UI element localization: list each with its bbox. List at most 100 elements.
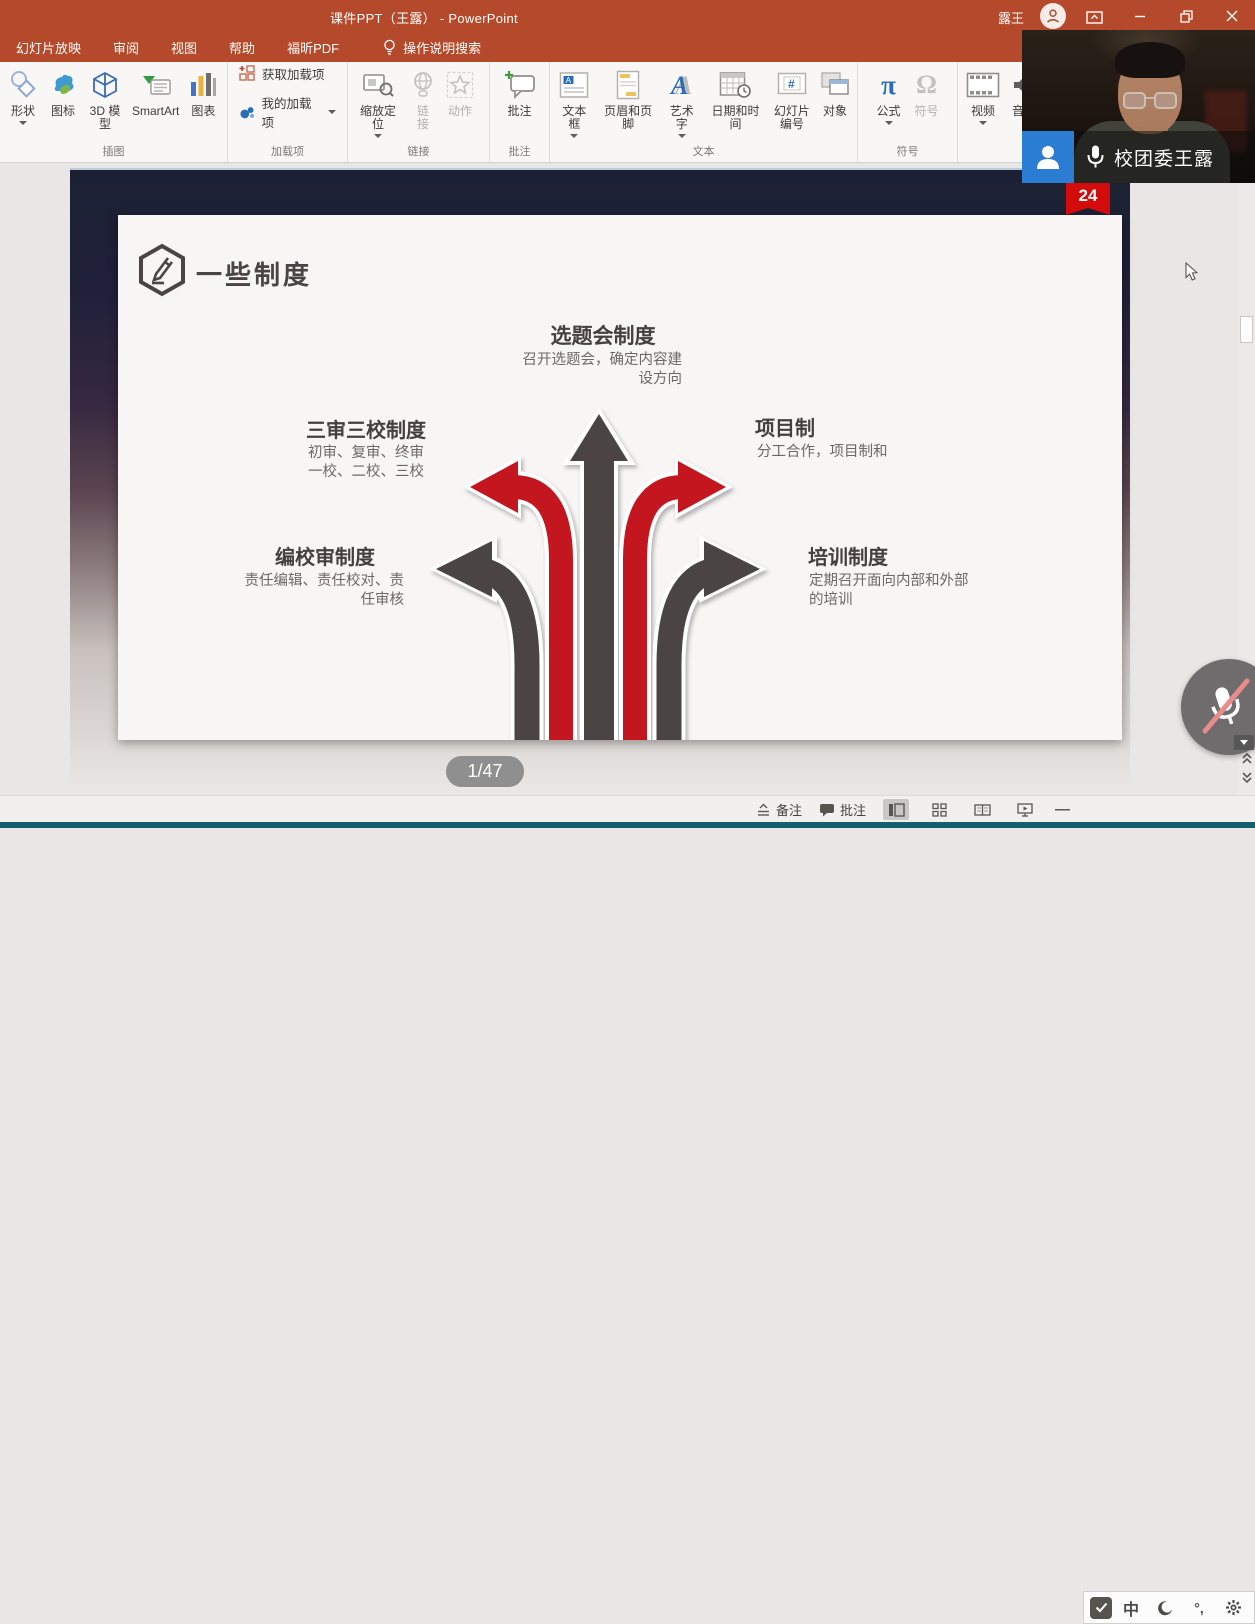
reading-view-icon	[974, 803, 991, 817]
shapes-button[interactable]: 形状	[3, 64, 43, 125]
menu-help[interactable]: 帮助	[213, 32, 271, 62]
slide-editing-area: 一些制度 选题会制度 召开选题会，确定内容建 设方向 三审三校制度 初审、复审、…	[0, 163, 1255, 795]
wordart-button[interactable]: AA 艺术字	[660, 64, 703, 138]
zoom-link-button[interactable]: 缩放定位	[351, 64, 405, 138]
textbox-icon: A	[559, 67, 589, 103]
restore-button[interactable]	[1163, 0, 1209, 32]
header-footer-button[interactable]: 页眉和页脚	[596, 64, 661, 131]
menu-review[interactable]: 审阅	[97, 32, 155, 62]
close-button[interactable]	[1209, 0, 1255, 32]
tell-me-search[interactable]: 操作说明搜索	[355, 38, 481, 57]
link-button: 链接	[405, 64, 441, 131]
slideshow-view-button[interactable]	[1012, 799, 1038, 820]
group-label-links: 链接	[351, 145, 486, 162]
tell-me-search-label: 操作说明搜索	[403, 38, 481, 57]
person-hair	[1115, 42, 1185, 78]
notes-toggle[interactable]: 备注	[756, 800, 802, 819]
mouse-cursor	[1185, 262, 1198, 286]
account-name: 露王	[998, 8, 1024, 27]
ribbon-group-text: A 文本框 页眉和页脚 AA 艺术字	[550, 62, 858, 162]
chevron-down-icon	[1240, 740, 1248, 745]
title-bar: 课件PPT（王露） - PowerPoint 露王	[0, 0, 1255, 32]
webcam-video-overlay: 校团委王露	[1022, 30, 1255, 183]
group-label-illustrations: 插图	[3, 145, 224, 162]
page-indicator: 1/47	[446, 756, 524, 787]
shapes-icon	[8, 67, 38, 103]
group-label-symbols: 符号	[861, 145, 954, 162]
ime-punctuation-toggle[interactable]: °,	[1184, 1595, 1214, 1621]
comment-icon	[504, 67, 536, 103]
ime-logo-icon[interactable]	[1090, 1597, 1112, 1619]
dropdown-arrow-icon	[570, 134, 578, 138]
next-slide-button[interactable]	[1240, 771, 1254, 785]
menu-slideshow[interactable]: 幻灯片放映	[0, 32, 97, 62]
menu-view[interactable]: 视图	[155, 32, 213, 62]
group-label-text: 文本	[553, 145, 854, 162]
dropdown-arrow-icon	[328, 110, 336, 114]
slide-number-icon: #	[777, 67, 807, 103]
normal-view-button[interactable]	[883, 799, 909, 820]
slideshow-icon	[1017, 803, 1033, 817]
status-bar: 备注 批注 — 中 °,	[0, 795, 1255, 822]
lightbulb-icon	[383, 39, 396, 56]
notes-icon	[756, 803, 771, 817]
close-icon	[1226, 10, 1238, 22]
slide-sorter-view-button[interactable]	[926, 799, 952, 820]
person-icon	[1045, 8, 1061, 24]
chart-button[interactable]: 图表	[184, 64, 222, 118]
ribbon-group-comments: 批注 批注	[490, 62, 550, 162]
ime-settings-button[interactable]	[1218, 1595, 1248, 1621]
ribbon-group-links: 缩放定位 链接 动作 链接	[348, 62, 490, 162]
store-icon	[239, 65, 256, 82]
slide-sorter-icon	[932, 803, 947, 817]
datetime-button[interactable]: 日期和时间	[703, 64, 768, 131]
video-button[interactable]: 视频	[961, 64, 1005, 125]
slide-content-card: 一些制度 选题会制度 召开选题会，确定内容建 设方向 三审三校制度 初审、复审、…	[118, 215, 1122, 740]
icons-icon	[48, 67, 78, 103]
slide-number-button[interactable]: # 幻灯片编号	[768, 64, 816, 131]
link-icon	[410, 67, 436, 103]
action-icon	[446, 67, 474, 103]
widget-collapse-button[interactable]	[1234, 735, 1254, 750]
ime-language-toggle[interactable]: 中	[1116, 1595, 1146, 1621]
group-label-addins: 加载项	[231, 145, 344, 162]
equation-button[interactable]: π 公式	[870, 64, 908, 125]
ribbon-display-options-icon	[1086, 9, 1103, 24]
action-button: 动作	[441, 64, 479, 118]
scrollbar-thumb[interactable]	[1240, 316, 1253, 343]
minimize-icon	[1134, 10, 1146, 22]
get-addins-button[interactable]: 获取加载项	[239, 64, 336, 83]
menu-foxit-pdf[interactable]: 福昕PDF	[271, 32, 355, 62]
my-addins-button[interactable]: 我的加载项	[239, 93, 336, 131]
dropdown-arrow-icon	[885, 121, 893, 125]
svg-text:#: #	[788, 77, 795, 91]
reading-view-button[interactable]	[969, 799, 995, 820]
dropdown-arrow-icon	[979, 121, 987, 125]
new-comment-button[interactable]: 批注	[499, 64, 541, 118]
document-title: 课件PPT（王露） - PowerPoint	[330, 8, 518, 27]
3d-model-button[interactable]: 3D 模型	[83, 64, 127, 131]
comment-bubble-icon	[819, 803, 835, 817]
my-addins-icon	[239, 105, 255, 120]
person-icon	[1033, 142, 1063, 172]
zoom-out-button[interactable]: —	[1055, 801, 1070, 818]
ime-toolbar: 中 °,	[1083, 1591, 1255, 1624]
account-avatar[interactable]	[1040, 3, 1066, 29]
normal-view-icon	[888, 803, 905, 817]
symbol-icon: Ω	[916, 67, 937, 103]
group-label-comments: 批注	[493, 145, 546, 162]
comments-toggle[interactable]: 批注	[819, 800, 866, 819]
gear-icon	[1225, 1599, 1242, 1616]
textbox-button[interactable]: A 文本框	[553, 64, 596, 138]
branching-arrows-graphic	[118, 215, 1122, 740]
icons-button[interactable]: 图标	[43, 64, 83, 118]
minimize-button[interactable]	[1117, 0, 1163, 32]
svg-text:A: A	[566, 75, 572, 85]
ime-fullwidth-toggle[interactable]	[1150, 1595, 1180, 1621]
chart-icon	[189, 67, 217, 103]
moon-icon	[1157, 1600, 1173, 1616]
smartart-button[interactable]: SmartArt	[127, 64, 184, 118]
object-button[interactable]: 对象	[816, 64, 854, 118]
dropdown-arrow-icon	[678, 134, 686, 138]
ribbon-display-options-button[interactable]	[1071, 0, 1117, 32]
